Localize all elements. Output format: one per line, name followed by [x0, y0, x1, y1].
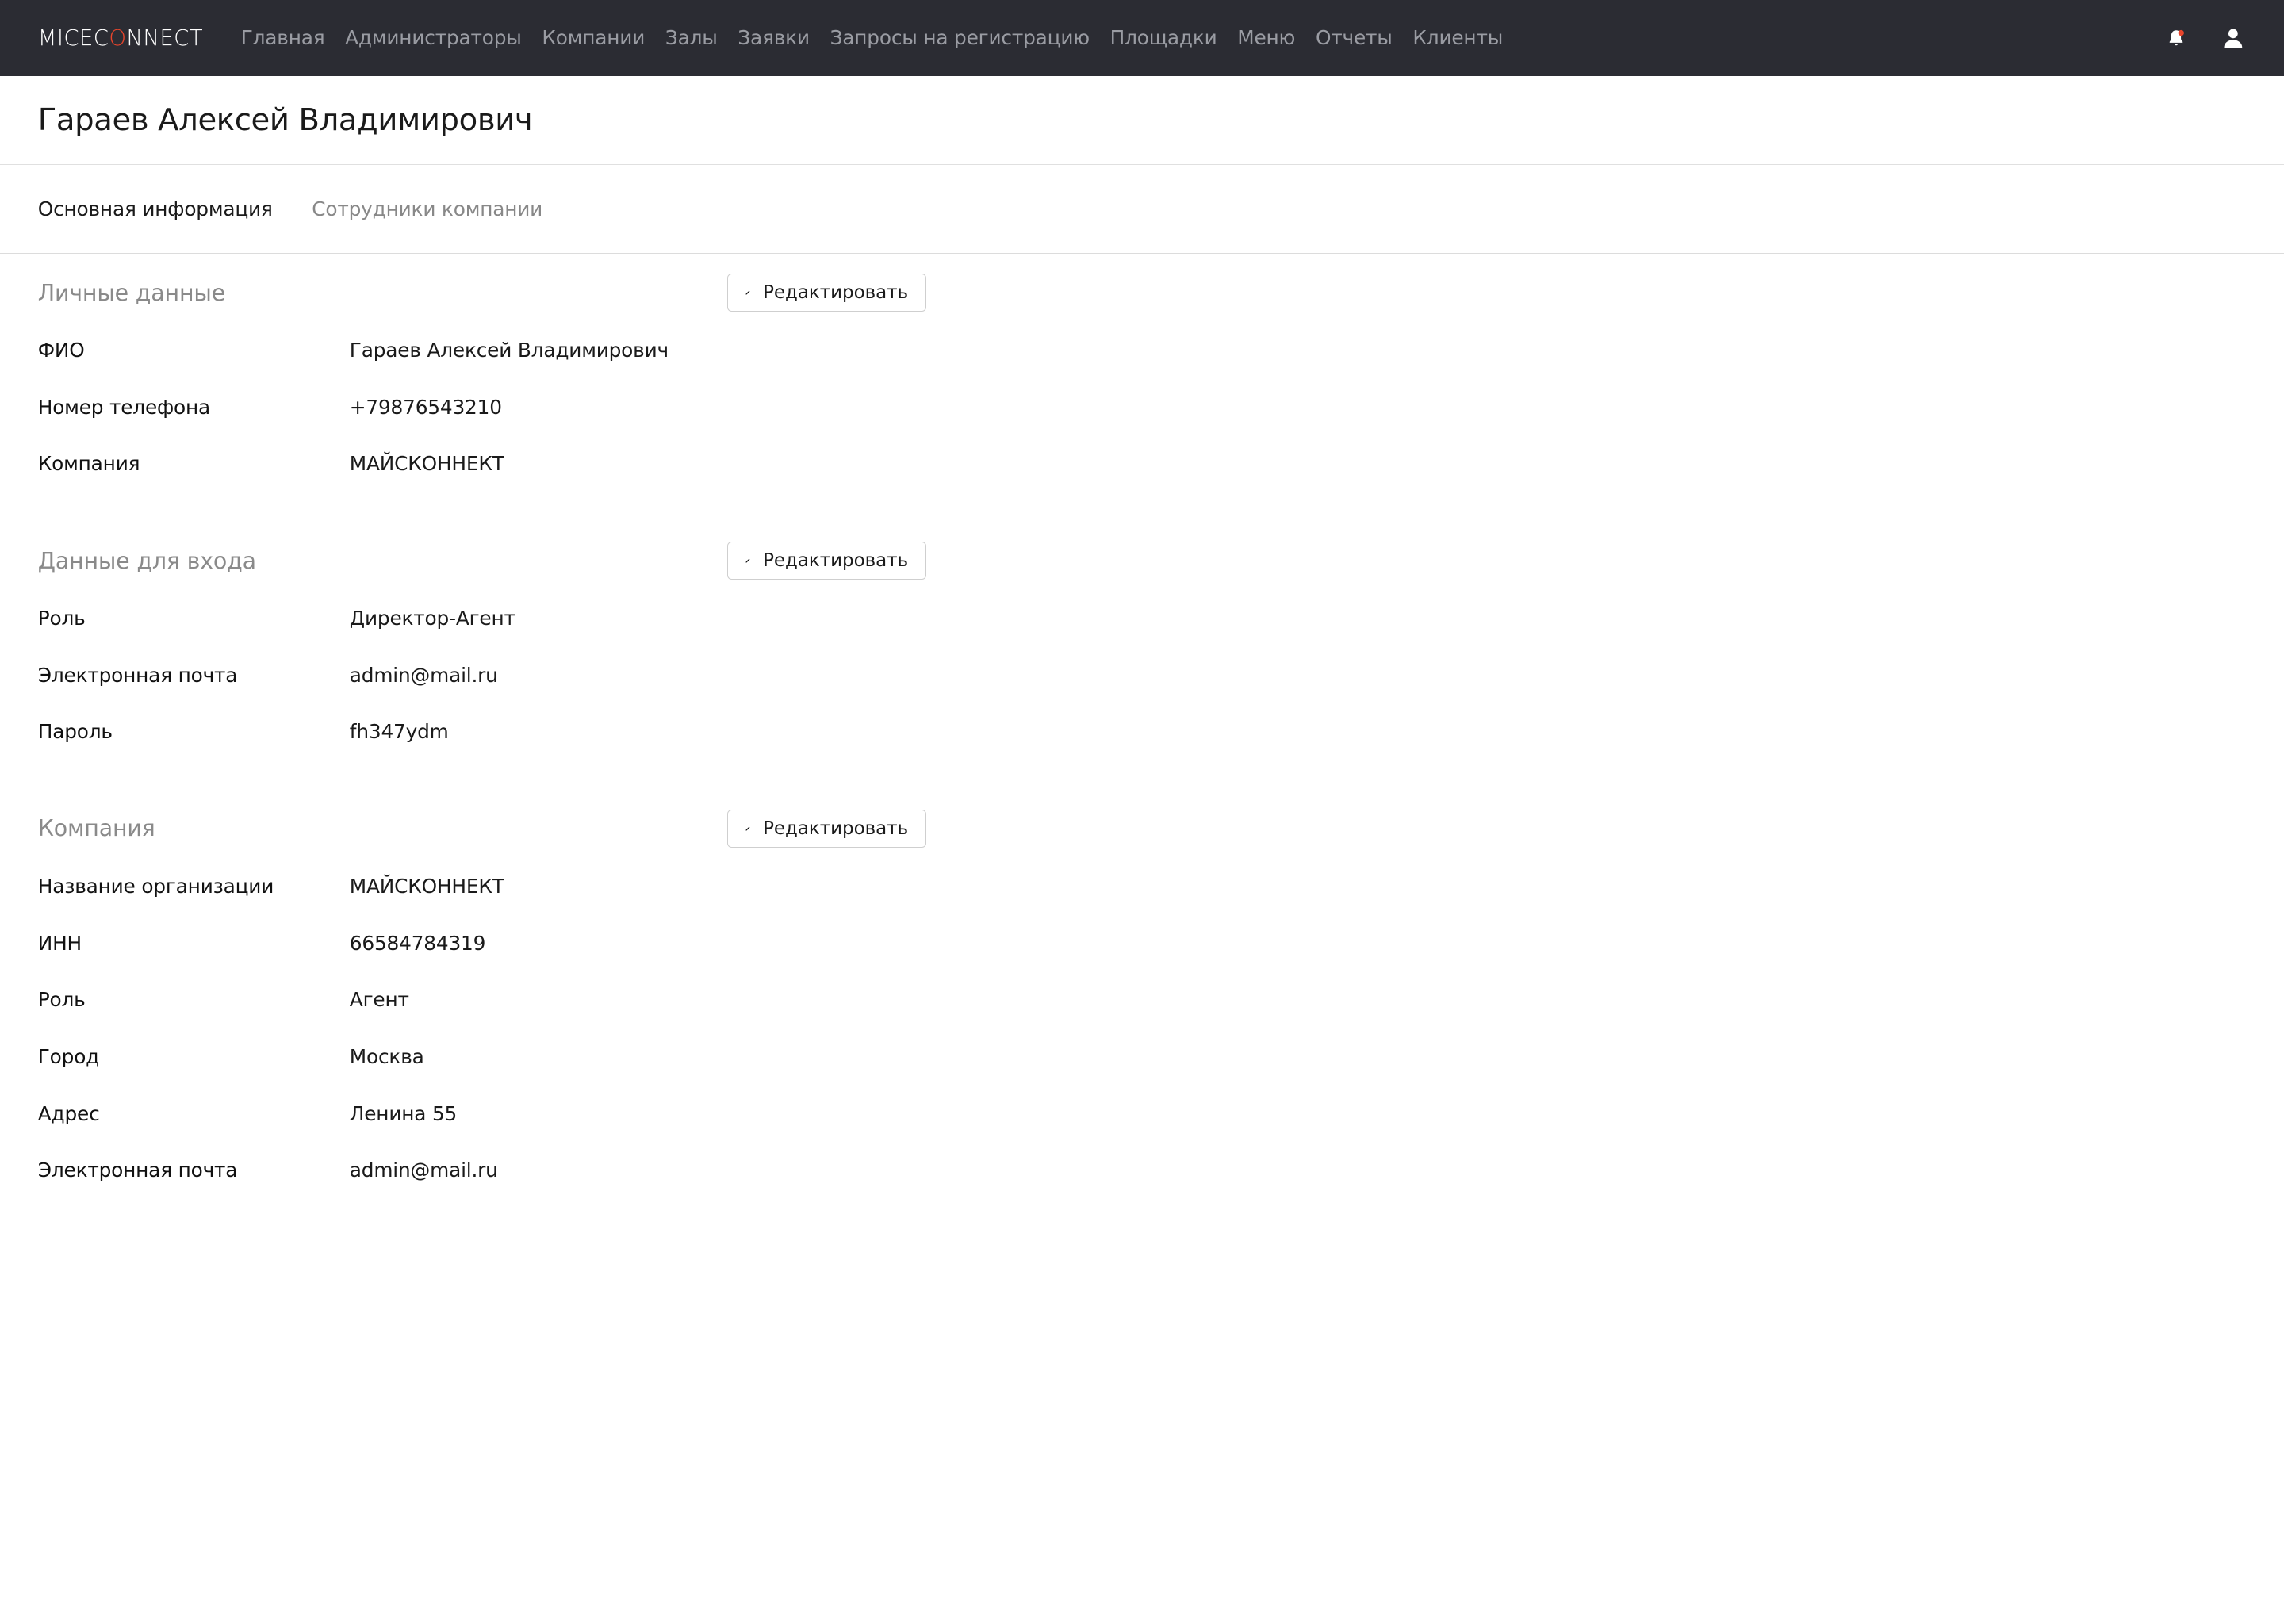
- bell-icon: [2169, 29, 2184, 46]
- section-title: Компания: [37, 815, 155, 842]
- field-value: +79876543210: [349, 395, 502, 419]
- section-personal-data: Личные данные Редактировать ФИО Гараев А…: [37, 272, 927, 492]
- field-value: Агент: [349, 988, 409, 1012]
- nav-item-venues[interactable]: Площадки: [1110, 26, 1217, 49]
- field-label: Пароль: [37, 720, 113, 744]
- section-rows: Роль Директор-Агент Электронная почта ad…: [38, 590, 926, 760]
- edit-personal-data-button[interactable]: Редактировать: [726, 274, 927, 312]
- nav-item-registration-requests[interactable]: Запросы на регистрацию: [830, 26, 1090, 49]
- section-login-data: Данные для входа Редактировать Роль Дире…: [37, 540, 927, 760]
- field-row: Пароль fh347ydm: [38, 703, 926, 760]
- field-value: Москва: [349, 1044, 424, 1068]
- section-header: Личные данные Редактировать: [37, 272, 927, 312]
- nav-item-home[interactable]: Главная: [241, 26, 325, 49]
- section-company: Компания Редактировать Название организа…: [37, 808, 927, 1199]
- field-row: Название организации МАЙСКОННЕКТ: [38, 858, 926, 915]
- field-row: Электронная почта admin@mail.ru: [38, 646, 926, 703]
- nav-right-actions: [2167, 0, 2243, 76]
- nav-menu: Главная Администраторы Компании Залы Зая…: [241, 26, 1523, 49]
- field-row: ФИО Гараев Алексей Владимирович: [38, 322, 926, 379]
- nav-item-requests[interactable]: Заявки: [738, 26, 810, 49]
- field-value: fh347ydm: [349, 720, 449, 744]
- pencil-icon: [745, 558, 749, 563]
- field-label: Роль: [37, 988, 86, 1012]
- field-label: Электронная почта: [37, 663, 238, 687]
- logo-text-accent: O: [109, 25, 127, 51]
- nav-item-reports[interactable]: Отчеты: [1316, 26, 1393, 49]
- field-value: Гараев Алексей Владимирович: [349, 339, 669, 362]
- field-label: Номер телефона: [37, 395, 211, 419]
- profile-button[interactable]: [2223, 28, 2244, 48]
- field-label: Город: [37, 1044, 100, 1068]
- section-rows: Название организации МАЙСКОННЕКТ ИНН 665…: [38, 858, 926, 1199]
- tab-company-employees[interactable]: Сотрудники компании: [312, 197, 542, 220]
- field-row: Адрес Ленина 55: [38, 1085, 926, 1142]
- section-rows: ФИО Гараев Алексей Владимирович Номер те…: [38, 322, 926, 492]
- logo-text-post: NNECT: [126, 25, 203, 51]
- section-header: Компания Редактировать: [37, 808, 927, 848]
- page-header: Гараев Алексей Владимирович: [0, 76, 2284, 165]
- field-row: Компания МАЙСКОННЕКТ: [38, 435, 926, 492]
- notifications-button[interactable]: [2167, 29, 2185, 48]
- logo-text-pre: MICEC: [37, 25, 109, 51]
- field-row: Роль Директор-Агент: [38, 590, 926, 647]
- field-value: admin@mail.ru: [349, 1159, 498, 1182]
- nav-item-admins[interactable]: Администраторы: [345, 26, 522, 49]
- field-row: Город Москва: [38, 1028, 926, 1086]
- section-title: Личные данные: [37, 279, 225, 306]
- field-label: Роль: [37, 607, 86, 630]
- field-value: МАЙСКОННЕКТ: [349, 875, 504, 898]
- field-label: ИНН: [37, 931, 82, 955]
- field-label: Название организации: [37, 875, 274, 898]
- nav-item-menu[interactable]: Меню: [1237, 26, 1295, 49]
- field-value: Ленина 55: [349, 1101, 458, 1125]
- edit-login-data-button[interactable]: Редактировать: [726, 542, 927, 580]
- field-row: Номер телефона +79876543210: [38, 379, 926, 436]
- field-value: МАЙСКОННЕКТ: [349, 452, 504, 476]
- pencil-icon: [745, 826, 749, 831]
- page-title: Гараев Алексей Владимирович: [37, 102, 533, 138]
- field-row: Электронная почта admin@mail.ru: [38, 1142, 926, 1199]
- logo[interactable]: MICECONNECT: [38, 25, 203, 51]
- user-icon: [2224, 29, 2243, 48]
- field-value: Директор-Агент: [349, 607, 515, 630]
- field-value: 66584784319: [349, 931, 486, 955]
- nav-item-companies[interactable]: Компании: [542, 26, 645, 49]
- field-label: Электронная почта: [37, 1159, 238, 1182]
- field-label: Компания: [37, 452, 140, 476]
- app-root: MICECONNECT Главная Администраторы Компа…: [0, 0, 2284, 1624]
- edit-company-button[interactable]: Редактировать: [726, 810, 927, 848]
- edit-button-label: Редактировать: [763, 818, 909, 839]
- field-row: Роль Агент: [38, 971, 926, 1028]
- field-label: ФИО: [37, 339, 85, 362]
- edit-button-label: Редактировать: [763, 282, 909, 304]
- nav-item-clients[interactable]: Клиенты: [1412, 26, 1503, 49]
- tabs-bar: Основная информация Сотрудники компании: [0, 165, 2284, 254]
- content: Личные данные Редактировать ФИО Гараев А…: [0, 272, 2284, 1198]
- pencil-icon: [745, 290, 749, 295]
- tab-main-info[interactable]: Основная информация: [38, 197, 273, 220]
- top-navbar: MICECONNECT Главная Администраторы Компа…: [0, 0, 2284, 76]
- section-header: Данные для входа Редактировать: [37, 540, 927, 580]
- field-label: Адрес: [37, 1101, 100, 1125]
- field-value: admin@mail.ru: [349, 663, 498, 687]
- nav-item-halls[interactable]: Залы: [665, 26, 718, 49]
- edit-button-label: Редактировать: [763, 550, 909, 572]
- section-title: Данные для входа: [37, 547, 256, 574]
- field-row: ИНН 66584784319: [38, 914, 926, 971]
